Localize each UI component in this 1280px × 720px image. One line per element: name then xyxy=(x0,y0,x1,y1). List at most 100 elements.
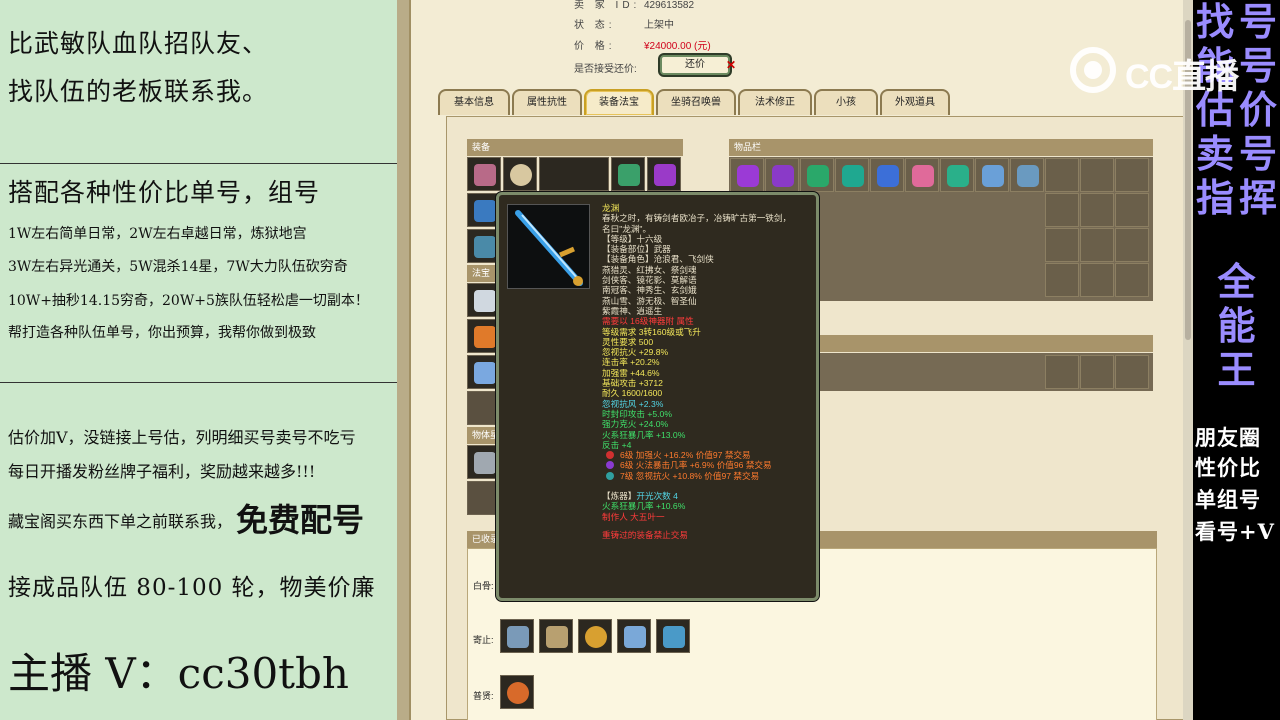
crystal-icon xyxy=(877,165,899,187)
item-cell[interactable] xyxy=(1080,355,1114,389)
counter-offer-button[interactable]: 还价 xyxy=(660,55,730,75)
left-overlay-panel: 比武敏队血队招队友、 找队伍的老板联系我。 搭配各种性价比单号，组号 1W左右简… xyxy=(0,0,397,720)
equip-slot-necklace[interactable] xyxy=(503,157,537,191)
item-cell[interactable] xyxy=(1115,263,1149,297)
helmet-icon xyxy=(474,164,496,186)
value-line: 性价比 xyxy=(1195,455,1261,480)
recorded-item[interactable] xyxy=(656,619,690,653)
banner-all-round-king: 全 能 王 xyxy=(1217,259,1256,392)
item-cell[interactable] xyxy=(1115,193,1149,227)
heart-icon xyxy=(912,165,934,187)
equip-slot-armor[interactable] xyxy=(539,157,609,191)
divider xyxy=(0,382,397,383)
item-cell[interactable] xyxy=(1045,228,1079,262)
service-line-1: 1W左右简单日常，2W左右卓越日常，炼狱地宫 xyxy=(8,226,307,242)
item-cell[interactable] xyxy=(765,158,799,192)
banner-column-right: 号 号 价 号 挥 xyxy=(1238,0,1277,220)
item-cell[interactable] xyxy=(1115,228,1149,262)
item-cell[interactable] xyxy=(1045,263,1079,297)
tab-appearance[interactable]: 外观道具 xyxy=(880,89,950,115)
item-cell[interactable] xyxy=(1080,193,1114,227)
orb-icon xyxy=(1017,165,1039,187)
tab-spell-correction[interactable]: 法术修正 xyxy=(738,89,812,115)
counter-offer-label: 是否接受还价: xyxy=(574,64,637,75)
item-cell[interactable] xyxy=(975,158,1009,192)
crystal-icon xyxy=(737,165,759,187)
fabao-icon xyxy=(474,326,496,348)
necklace-icon xyxy=(510,164,532,186)
tab-basic-info[interactable]: 基本信息 xyxy=(438,89,510,115)
recorded-item[interactable] xyxy=(578,619,612,653)
item-cell[interactable] xyxy=(1080,158,1114,192)
item-cell[interactable] xyxy=(800,158,834,192)
gem-red-icon xyxy=(606,451,614,460)
item-cell[interactable] xyxy=(1115,355,1149,389)
equip-slot-belt[interactable] xyxy=(647,157,681,191)
right-overlay-panel: 找 能 估 卖 指 号 号 价 号 挥 全 能 王 朋友圈 性价比 单组号 看号… xyxy=(1183,0,1280,720)
service-line-3: 10W+抽秒14.15穷奇，20W+5族队伍轻松虐一切副本！ xyxy=(8,293,369,309)
equip-slot-mask[interactable] xyxy=(611,157,645,191)
item-cell[interactable] xyxy=(1045,158,1079,192)
tab-attributes[interactable]: 属性抗性 xyxy=(512,89,582,115)
gem-line: 7级 忽视抗火 +10.8% 价值97 禁交易 xyxy=(602,471,814,481)
tab-equipment[interactable]: 装备法宝 xyxy=(584,89,654,115)
equip-slot-helmet[interactable] xyxy=(467,157,501,191)
recorded-item[interactable] xyxy=(539,619,573,653)
recorded-item[interactable] xyxy=(617,619,651,653)
item-cell[interactable] xyxy=(1045,193,1079,227)
orb-icon xyxy=(982,165,1004,187)
stone-icon xyxy=(807,165,829,187)
item-cell[interactable] xyxy=(1045,355,1079,389)
item-bar-header: 物品栏 xyxy=(729,139,1153,156)
valuation-line: 估价加V，没链接上号估，列明细买号卖号不吃亏 xyxy=(8,428,356,447)
item-name: 龙渊 xyxy=(602,203,620,213)
recorded-row-label: 寄止: xyxy=(473,635,494,645)
item-cell[interactable] xyxy=(835,158,869,192)
item-cell[interactable] xyxy=(730,158,764,192)
staff-icon xyxy=(546,626,568,648)
team-service-line: 接成品队伍 80-100 轮，物美价廉 xyxy=(8,575,376,601)
recorded-row-label: 普贤: xyxy=(473,691,494,701)
gem-line: 6级 加强火 +16.2% 价值97 禁交易 xyxy=(602,450,814,460)
streamer-contact: 主播 V：cc30tbh xyxy=(8,649,349,698)
item-cell[interactable] xyxy=(940,158,974,192)
wing-icon xyxy=(624,626,646,648)
item-tooltip: 龙渊 春秋之时，有铸剑者欧冶子，冶铸旷古第一铁剑， 名曰"龙渊"。 【等级】十六… xyxy=(496,192,819,601)
recorded-item[interactable] xyxy=(500,619,534,653)
close-icon[interactable]: ✕ xyxy=(726,58,736,72)
tab-mounts-pets[interactable]: 坐骑召唤兽 xyxy=(656,89,736,115)
stone-icon xyxy=(842,165,864,187)
contact-before-buy-line: 藏宝阁买东西下单之前联系我， 免费配号 xyxy=(8,501,365,539)
armor-icon xyxy=(507,626,529,648)
tooltip-text: 龙渊 春秋之时，有铸剑者欧冶子，冶铸旷古第一铁剑， 名曰"龙渊"。 【等级】十六… xyxy=(602,203,814,540)
equip-section-header: 装备 xyxy=(467,139,683,156)
stone-icon xyxy=(947,165,969,187)
weapon-icon xyxy=(474,200,496,222)
crystal-icon xyxy=(772,165,794,187)
item-cell[interactable] xyxy=(1010,158,1044,192)
item-cell[interactable] xyxy=(905,158,939,192)
service-line-4: 帮打造各种队伍单号，你出预算，我帮你做到极致 xyxy=(8,325,316,341)
recruit-line-2: 找队伍的老板联系我。 xyxy=(8,77,269,106)
daily-benefit-line: 每日开播发粉丝牌子福利，奖励越来越多!!! xyxy=(8,462,316,481)
gem-teal-icon xyxy=(606,471,614,480)
item-cell[interactable] xyxy=(1080,228,1114,262)
item-cell[interactable] xyxy=(1115,158,1149,192)
recorded-item[interactable] xyxy=(500,675,534,709)
item-cell[interactable] xyxy=(1080,263,1114,297)
tab-children[interactable]: 小孩 xyxy=(814,89,878,115)
single-group-line: 单组号 xyxy=(1195,487,1261,512)
cc-logo-text: CC直播 xyxy=(1125,58,1239,96)
fabao-icon xyxy=(474,362,496,384)
gem-purple-icon xyxy=(606,461,614,470)
item-cell[interactable] xyxy=(870,158,904,192)
mask-icon xyxy=(618,164,640,186)
price-value: ¥24000.00 (元) xyxy=(644,41,711,52)
sword-icon xyxy=(507,204,590,289)
fabao-icon xyxy=(474,290,496,312)
bowl-icon xyxy=(585,626,607,648)
beads-icon xyxy=(507,682,529,704)
contact-line: 看号+V xyxy=(1195,519,1275,544)
status-row: 状 态: 上架中 xyxy=(574,20,674,31)
service-title: 搭配各种性价比单号，组号 xyxy=(8,178,321,207)
